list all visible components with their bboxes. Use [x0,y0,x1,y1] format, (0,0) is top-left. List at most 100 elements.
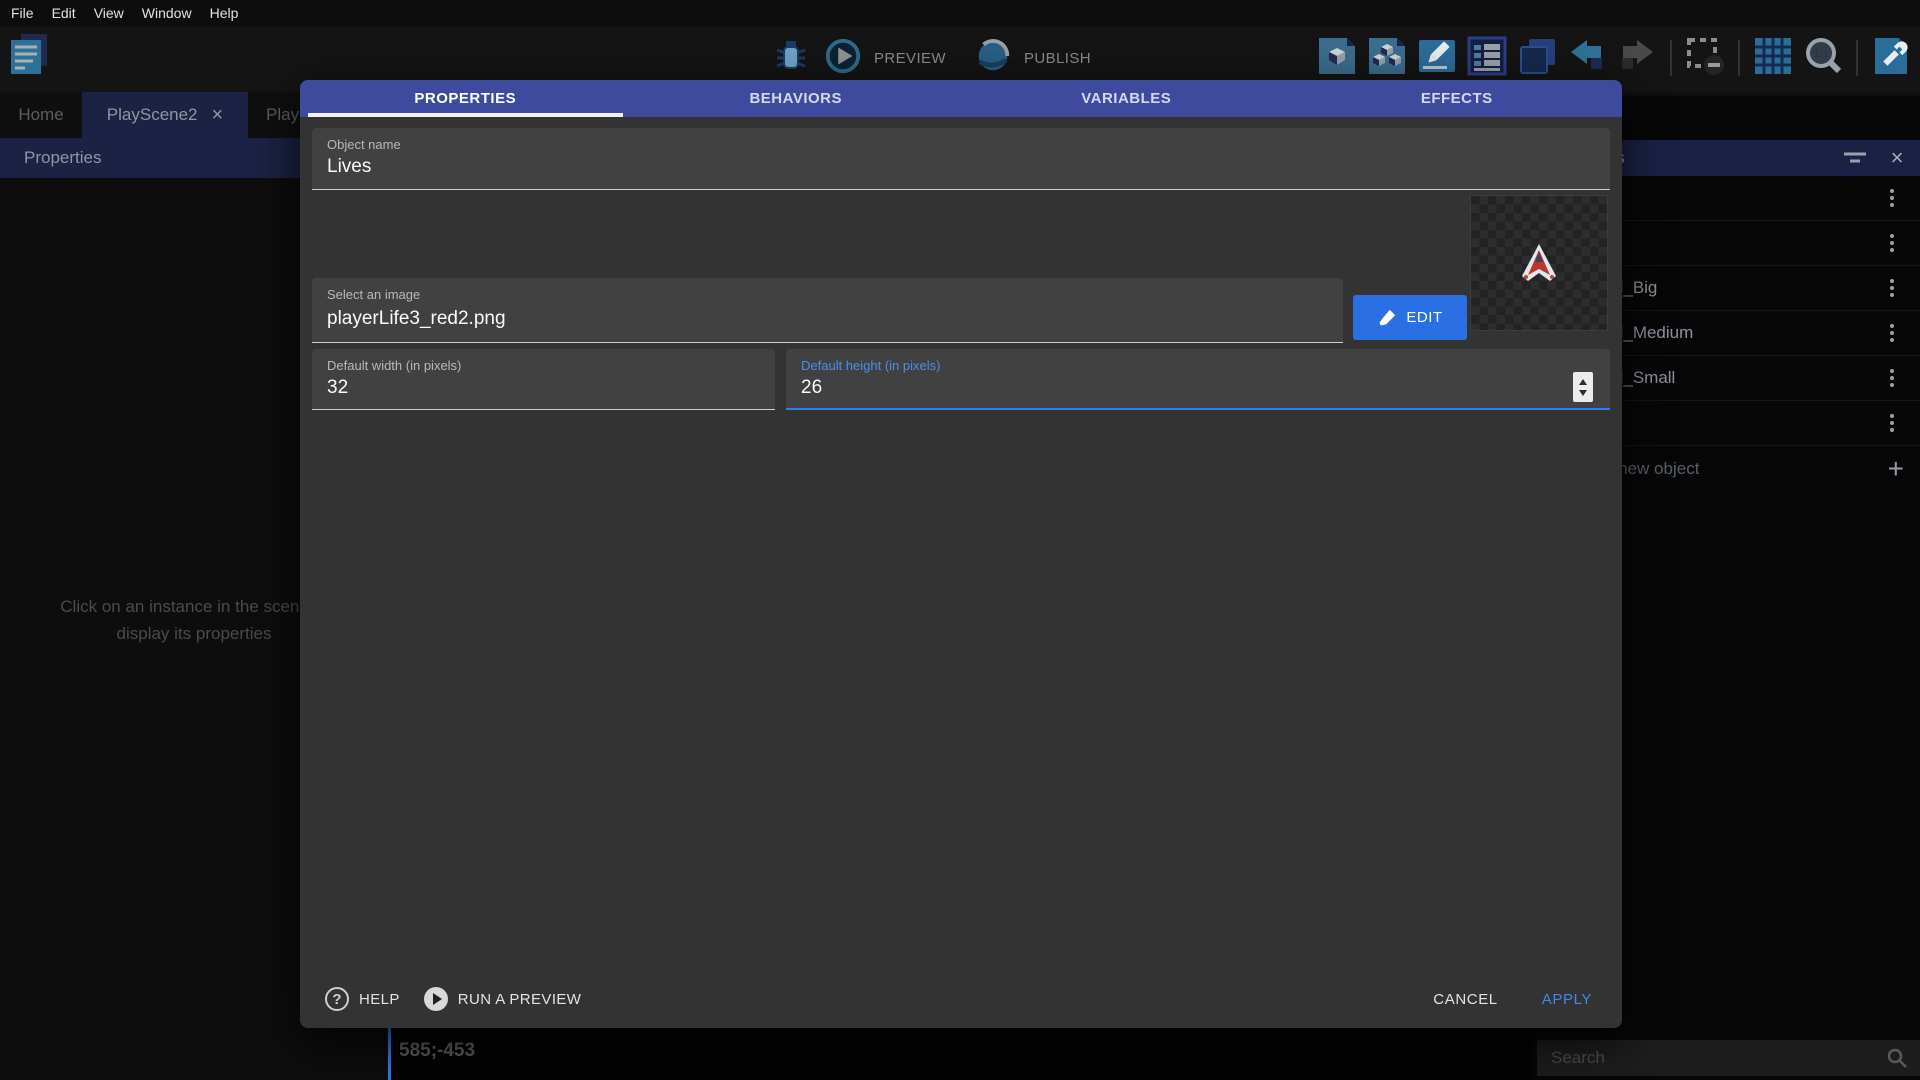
svg-text:1:1: 1:1 [1814,49,1829,60]
deselect-button[interactable] [1684,37,1726,79]
object-name-field[interactable]: Object name [312,128,1610,190]
active-tab-underline [308,113,623,117]
deselect-icon [1685,36,1725,81]
toolbar-center-group: PREVIEW PUBLISH [770,37,1107,79]
layers-button[interactable] [1516,37,1558,79]
brush-icon [1377,308,1397,328]
objects-panel-close-icon[interactable]: × [1885,144,1909,172]
object-name-label: Object name [327,137,401,152]
stepper-down-icon[interactable] [1579,390,1587,396]
scene-status-bar: 585;-453 [388,1028,1533,1080]
default-width-input[interactable] [327,377,760,399]
cursor-coordinates: 585;-453 [391,1028,1533,1062]
publish-button[interactable] [972,37,1014,79]
debugger-button[interactable] [770,37,812,79]
dialog-actions-left: ? HELP RUN A PREVIEW [325,987,581,1011]
undo-arrow-icon [1567,36,1607,81]
project-settings-button[interactable] [1870,37,1912,79]
objects-search-bar [1537,1040,1920,1076]
kebab-menu-icon[interactable] [1884,230,1900,256]
objects-search-input[interactable] [1537,1048,1886,1068]
filter-icon[interactable] [1843,151,1867,170]
menu-view[interactable]: View [85,0,133,27]
dialog-tab-effects[interactable]: EFFECTS [1292,80,1623,117]
cancel-button[interactable]: CANCEL [1433,991,1497,1008]
tab-home[interactable]: Home [0,92,82,138]
dialog-tab-variables[interactable]: VARIABLES [961,80,1292,117]
pencil-square-icon [1417,36,1457,81]
gdevelop-app: File Edit View Window Help PREVIEW [0,0,1920,1080]
project-manager-icon [7,32,51,81]
select-image-label: Select an image [327,287,420,302]
tab-playscene2-label: PlayScene2 [107,105,198,125]
play-circle-icon [824,37,862,80]
events-list-icon [1467,36,1507,81]
dialog-tab-properties[interactable]: PROPERTIES [300,80,631,117]
toolbar-right-group: 1:1 [1316,37,1912,79]
globe-icon [974,37,1012,80]
run-preview-button[interactable]: RUN A PREVIEW [458,991,582,1008]
help-icon[interactable]: ? [325,987,349,1011]
menu-edit[interactable]: Edit [43,0,85,27]
help-button[interactable]: HELP [359,991,400,1008]
kebab-menu-icon[interactable] [1884,275,1900,301]
select-image-field[interactable]: Select an image [312,278,1343,343]
object-properties-dialog: PROPERTIES BEHAVIORS VARIABLES EFFECTS O… [300,80,1622,1028]
dialog-tab-bar: PROPERTIES BEHAVIORS VARIABLES EFFECTS [300,80,1622,117]
tab-playscene2[interactable]: PlayScene2 × [82,92,248,138]
kebab-menu-icon[interactable] [1884,185,1900,211]
number-stepper[interactable] [1573,372,1593,402]
plus-icon: + [1888,455,1904,483]
default-width-label: Default width (in pixels) [327,358,461,373]
preview-label[interactable]: PREVIEW [874,50,946,67]
dialog-actions: ? HELP RUN A PREVIEW CANCEL APPLY [325,984,1592,1014]
default-height-input[interactable] [801,377,1595,399]
project-manager-button[interactable] [8,35,50,77]
redo-arrow-icon [1617,36,1657,81]
select-image-input[interactable] [327,308,1328,330]
default-height-field[interactable]: Default height (in pixels) [786,349,1610,410]
menu-file[interactable]: File [2,0,43,27]
object-name-input[interactable] [327,156,1595,178]
instances-cubes-icon [1367,36,1407,81]
instances-list-button[interactable] [1366,37,1408,79]
dialog-actions-right: CANCEL APPLY [1433,991,1592,1008]
dialog-tab-behaviors[interactable]: BEHAVIORS [631,80,962,117]
publish-label[interactable]: PUBLISH [1024,50,1091,67]
tab-close-icon[interactable]: × [212,105,224,125]
default-height-label: Default height (in pixels) [801,358,940,373]
scene-properties-button[interactable] [1416,37,1458,79]
kebab-menu-icon[interactable] [1884,410,1900,436]
kebab-menu-icon[interactable] [1884,365,1900,391]
zoom-original-button[interactable]: 1:1 [1802,37,1844,79]
zoom-1-1-icon: 1:1 [1803,36,1843,81]
stepper-up-icon[interactable] [1579,379,1587,385]
tab-third-label: Play [266,105,299,125]
menu-bar: File Edit View Window Help [0,0,1920,27]
objects-editor-button[interactable] [1316,37,1358,79]
default-width-field[interactable]: Default width (in pixels) [312,349,775,410]
grid-button[interactable] [1752,37,1794,79]
toolbar-divider [1738,40,1740,76]
menu-help[interactable]: Help [201,0,248,27]
kebab-menu-icon[interactable] [1884,320,1900,346]
object-cube-icon [1317,36,1357,81]
bug-icon [773,38,809,79]
events-sheet-button[interactable] [1466,37,1508,79]
toolbar-divider [1670,40,1672,76]
grid-icon [1753,36,1793,81]
apply-button[interactable]: APPLY [1542,991,1592,1008]
menu-window[interactable]: Window [133,0,201,27]
redo-button[interactable] [1616,37,1658,79]
search-icon [1886,1047,1908,1069]
image-preview-thumbnail [1470,195,1608,331]
layers-icon [1517,36,1557,81]
preview-button[interactable] [822,37,864,79]
run-preview-icon[interactable] [424,987,448,1011]
undo-button[interactable] [1566,37,1608,79]
edit-button-label: EDIT [1406,309,1442,326]
properties-panel-title: Properties [24,148,101,167]
spaceship-sprite-icon [1519,242,1559,284]
edit-image-button[interactable]: EDIT [1353,295,1467,340]
wrench-page-icon [1871,36,1911,81]
